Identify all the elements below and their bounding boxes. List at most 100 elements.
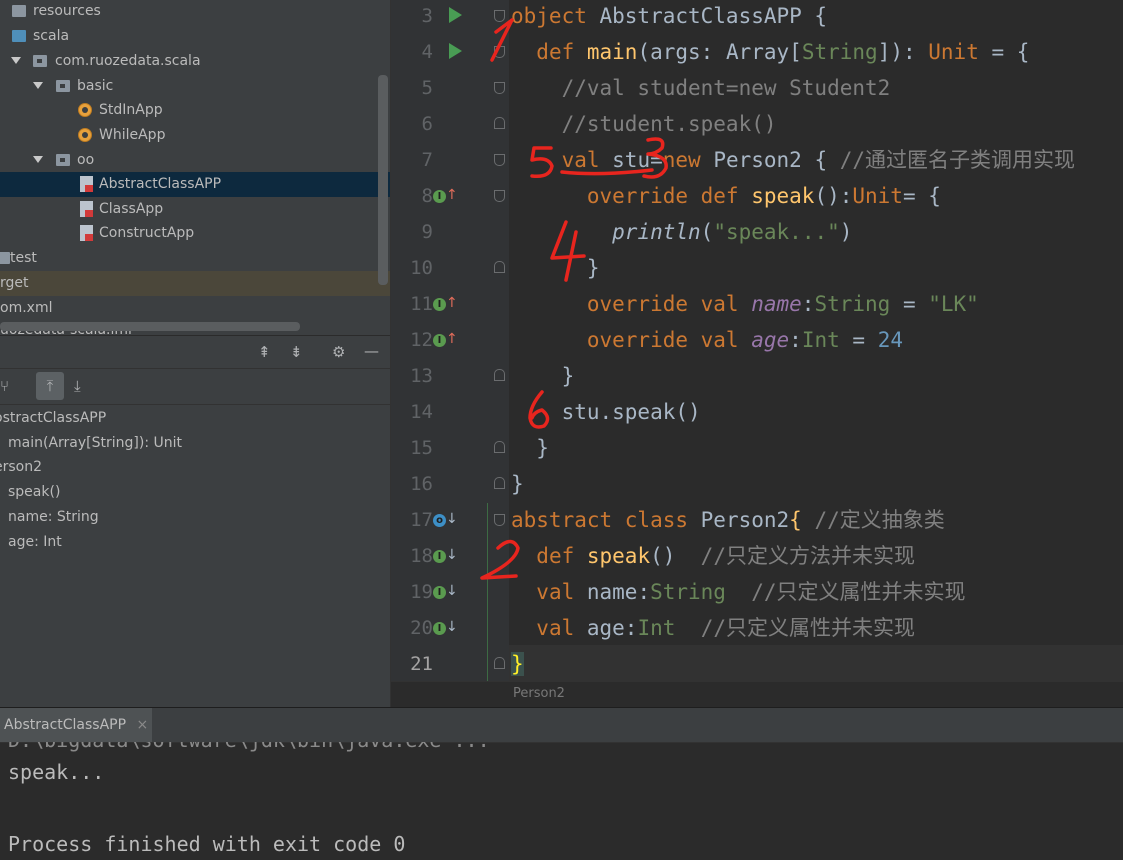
line-number: 16 [410, 473, 433, 495]
run-tool-window: AbstractClassAPP × D:\bigdata\software\j… [0, 707, 1123, 860]
project-tree-horizontal-scrollbar[interactable] [0, 322, 300, 331]
project-tree-panel: resources scala com.ruozedata.scala basi… [0, 0, 390, 335]
fold-icon[interactable] [494, 441, 505, 453]
expand-all-icon[interactable]: ⇞ [258, 342, 271, 362]
structure-item-name[interactable]: name: String [8, 505, 99, 530]
code-line-18[interactable]: def speak() //只定义方法并未实现 [511, 538, 915, 574]
code-line-17[interactable]: abstract class Person2{ //定义抽象类 [511, 502, 945, 538]
chevron-down-icon[interactable] [11, 57, 21, 64]
implemented-marker-icon[interactable]: I ↓ [433, 583, 458, 599]
console-output-line: speak... [8, 760, 105, 784]
tree-item-stdinapp[interactable]: StdInApp [0, 98, 390, 123]
code-line-7[interactable]: val stu=new Person2 { //通过匿名子类调用实现 [511, 142, 1075, 178]
implemented-marker-icon[interactable]: I ↓ [433, 619, 458, 635]
folder-resources-icon [12, 5, 26, 17]
tree-item-target[interactable]: rget [0, 271, 390, 296]
run-tab-abstractclassapp[interactable]: AbstractClassAPP × [0, 708, 153, 742]
fold-icon[interactable] [494, 657, 505, 669]
code-line-4[interactable]: def main(args: Array[String]): Unit = { [511, 34, 1029, 70]
sort-up-icon[interactable]: ⤒ [36, 372, 64, 400]
tree-item-scala[interactable]: scala [0, 24, 390, 49]
code-line-3[interactable]: object AbstractClassAPP { [511, 0, 827, 34]
sort-down-icon[interactable]: ⤓ [74, 376, 81, 396]
structure-item-main[interactable]: main(Array[String]): Unit [8, 431, 182, 456]
override-marker-icon[interactable]: I ↑ [433, 331, 458, 347]
tree-item-constructapp[interactable]: ConstructApp [0, 221, 390, 246]
fold-icon[interactable] [494, 82, 505, 94]
code-line-13[interactable]: } [511, 358, 575, 394]
line-number-current: 21 [410, 653, 433, 675]
fold-icon[interactable] [494, 10, 505, 22]
filter-icon[interactable]: ⑂ [0, 376, 9, 396]
fold-icon[interactable] [494, 514, 505, 526]
close-icon[interactable]: × [137, 717, 149, 733]
code-line-9[interactable]: println("speak...") [511, 214, 852, 250]
run-icon[interactable] [449, 43, 462, 59]
line-number: 6 [421, 113, 433, 135]
code-line-21[interactable]: } [511, 646, 524, 682]
code-line-15[interactable]: } [511, 430, 549, 466]
structure-item-age[interactable]: age: Int [8, 530, 62, 555]
fold-icon[interactable] [494, 261, 505, 273]
structure-item-class[interactable]: erson2 [0, 455, 42, 480]
chevron-down-icon[interactable] [33, 156, 43, 163]
line-number: 19 [410, 581, 433, 603]
tree-item-classapp[interactable]: ClassApp [0, 197, 390, 222]
tree-item-test[interactable]: test [0, 246, 390, 271]
editor-gutter: 3 4 5 6 7 8 9 10 11 12 13 14 15 16 17 18… [391, 0, 509, 707]
implemented-marker-icon[interactable]: I ↓ [433, 547, 458, 563]
tree-item-resources[interactable]: resources [0, 0, 390, 24]
chevron-down-icon[interactable] [33, 82, 43, 89]
code-line-14[interactable]: stu.speak() [511, 394, 701, 430]
gutter-change-marker [487, 503, 488, 681]
line-number: 8 [421, 185, 433, 207]
structure-item-speak[interactable]: speak() [8, 480, 60, 505]
override-marker-icon[interactable]: I ↑ [433, 187, 458, 203]
code-line-10[interactable]: } [511, 250, 600, 286]
code-line-16[interactable]: } [511, 466, 524, 502]
line-number: 20 [410, 617, 433, 639]
code-line-5[interactable]: //val student=new Student2 [511, 70, 891, 106]
console-cut-line: D:\bigdata\software\jdk\bin\java.exe ... [0, 742, 1123, 754]
structure-panel: ⇞ ⇟ ⚙ — ⑂ ⤒ ⤓ ostractClassAPP main(Array… [0, 335, 390, 708]
tree-item-com-ruozedata-scala[interactable]: com.ruozedata.scala [0, 49, 390, 74]
code-line-12[interactable]: override val age:Int = 24 [511, 322, 903, 358]
line-number: 11 [410, 293, 433, 315]
fold-icon[interactable] [494, 190, 505, 202]
structure-item-object[interactable]: ostractClassAPP [0, 406, 106, 431]
console-output-line: Process finished with exit code 0 [8, 832, 406, 856]
run-tab-bar: AbstractClassAPP × [0, 708, 1123, 743]
code-editor[interactable]: 3 4 5 6 7 8 9 10 11 12 13 14 15 16 17 18… [390, 0, 1123, 708]
package-icon [56, 80, 70, 92]
tree-item-whileapp[interactable]: WhileApp [0, 123, 390, 148]
implemented-marker-icon[interactable]: o ↓ [433, 511, 458, 527]
fold-icon[interactable] [494, 154, 505, 166]
gear-icon[interactable]: ⚙ [332, 342, 345, 362]
line-number: 5 [421, 77, 433, 99]
breadcrumb-item[interactable]: Person2 [513, 686, 565, 701]
scala-object-icon [78, 128, 92, 142]
run-icon[interactable] [449, 7, 462, 23]
line-number: 10 [410, 257, 433, 279]
fold-icon[interactable] [494, 369, 505, 381]
override-marker-icon[interactable]: I ↑ [433, 295, 458, 311]
project-tree-vertical-scrollbar[interactable] [378, 75, 388, 285]
code-line-8[interactable]: override def speak():Unit= { [511, 178, 941, 214]
tree-item-basic[interactable]: basic [0, 74, 390, 99]
breadcrumb: Person2 [391, 681, 1123, 708]
collapse-all-icon[interactable]: ⇟ [290, 342, 303, 362]
code-line-19[interactable]: val name:String //只定义属性并未实现 [511, 574, 965, 610]
tree-item-abstractclassapp[interactable]: AbstractClassAPP [0, 172, 390, 197]
line-number: 7 [421, 149, 433, 171]
line-number: 4 [421, 41, 433, 63]
code-line-11[interactable]: override val name:String = "LK" [511, 286, 979, 322]
code-line-20[interactable]: val age:Int //只定义属性并未实现 [511, 610, 915, 646]
fold-icon[interactable] [494, 477, 505, 489]
tree-item-oo[interactable]: oo [0, 148, 390, 173]
fold-icon[interactable] [494, 117, 505, 129]
fold-icon[interactable] [494, 46, 505, 58]
line-number: 15 [410, 437, 433, 459]
code-line-6[interactable]: //student.speak() [511, 106, 777, 142]
line-number: 13 [410, 365, 433, 387]
minimize-icon[interactable]: — [364, 341, 379, 361]
